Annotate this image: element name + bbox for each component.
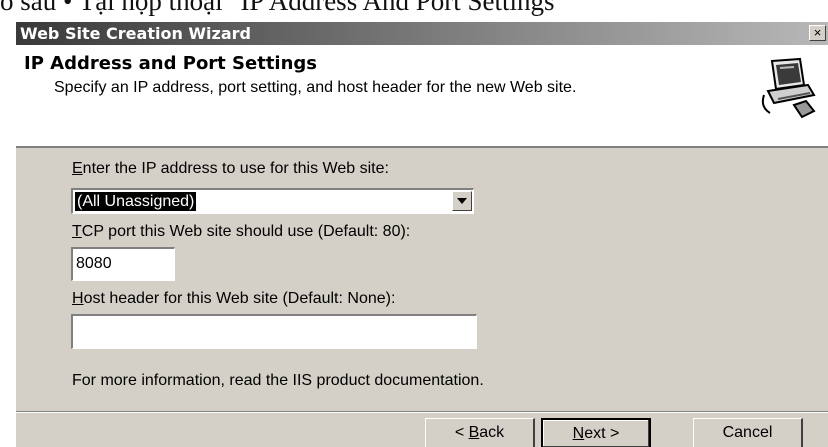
ip-address-dropdown[interactable]: (All Unassigned) bbox=[71, 188, 474, 214]
tcp-port-input[interactable]: 8080 bbox=[71, 247, 175, 281]
chevron-down-icon bbox=[457, 198, 467, 204]
close-icon: × bbox=[813, 25, 822, 40]
back-button[interactable]: < Back bbox=[425, 418, 535, 447]
dropdown-button[interactable] bbox=[452, 191, 472, 211]
wizard-header: IP Address and Port Settings Specify an … bbox=[16, 45, 828, 148]
title-bar[interactable]: Web Site Creation Wizard × bbox=[16, 22, 828, 45]
wizard-computer-icon bbox=[758, 55, 822, 121]
host-header-input[interactable] bbox=[71, 314, 477, 349]
page-title: IP Address and Port Settings bbox=[24, 53, 318, 74]
cancel-button[interactable]: Cancel bbox=[693, 418, 803, 447]
next-button[interactable]: Next > bbox=[541, 418, 651, 447]
host-header-label: Host header for this Web site (Default: … bbox=[72, 290, 396, 307]
ip-address-label: Enter the IP address to use for this Web… bbox=[72, 160, 389, 177]
ip-address-selected-value: (All Unassigned) bbox=[75, 192, 197, 211]
info-text: For more information, read the IIS produ… bbox=[72, 372, 484, 389]
button-separator bbox=[16, 411, 828, 413]
tcp-port-label: TCP port this Web site should use (Defau… bbox=[72, 223, 411, 240]
page-subtitle: Specify an IP address, port setting, and… bbox=[54, 79, 577, 96]
window-title: Web Site Creation Wizard bbox=[20, 24, 251, 43]
close-button[interactable]: × bbox=[809, 25, 826, 41]
wizard-dialog: Web Site Creation Wizard × IP Address an… bbox=[16, 22, 828, 447]
page-caption: o sau • Tại hộp thoại "IP Address And Po… bbox=[0, 0, 566, 16]
